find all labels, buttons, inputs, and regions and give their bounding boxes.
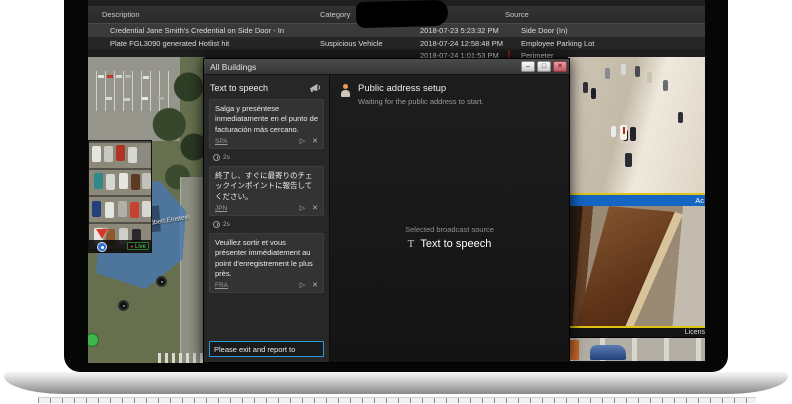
tts-header: Text to speech <box>210 82 323 93</box>
remove-icon[interactable]: ✕ <box>312 138 318 145</box>
column-header-description[interactable]: Description <box>102 10 140 19</box>
map-view[interactable]: Albert Einstein ● Live <box>88 57 205 363</box>
selected-source-row[interactable]: T Text to speech <box>330 238 569 250</box>
door-camera-tile[interactable] <box>568 206 705 328</box>
text-to-speech-panel: Text to speech Salga y preséntese inmedi… <box>204 75 330 362</box>
play-icon[interactable]: ▷ <box>300 282 305 289</box>
lobby-people <box>583 82 588 93</box>
row-source: Side Door (In) <box>521 26 568 35</box>
language-link[interactable]: SPA <box>215 138 293 145</box>
tts-message-card[interactable]: Veuillez sortir et vous présenter immédi… <box>209 233 324 293</box>
megaphone-icon[interactable] <box>308 82 323 93</box>
live-badge: ● Live <box>127 242 149 250</box>
dialog-titlebar[interactable]: All Buildings – □ ✕ <box>204 59 569 75</box>
tts-title: Text to speech <box>210 83 308 93</box>
maximize-button[interactable]: □ <box>537 61 551 72</box>
clock-icon <box>213 154 220 161</box>
all-buildings-dialog: All Buildings – □ ✕ Text to speech <box>203 58 570 363</box>
dialog-title: All Buildings <box>210 62 519 72</box>
play-icon[interactable]: ▷ <box>300 205 305 212</box>
tts-message-card[interactable]: 終了し、すぐに最寄りのチェックインポイントに報告してください。 JPN ▷ ✕ <box>209 166 324 216</box>
row-description: Credential Jane Smith's Credential on Si… <box>110 26 284 35</box>
row-timestamp: 2018-07-23 5:23:32 PM <box>420 26 499 35</box>
clock-icon <box>213 221 220 228</box>
tts-message-footer: SPA ▷ ✕ <box>215 138 318 145</box>
tts-message-text: Salga y preséntese inmediatamente en el … <box>215 104 318 135</box>
yield-sign-icon[interactable] <box>96 229 108 239</box>
public-address-panel: Public address setup Waiting for the pub… <box>330 75 569 362</box>
person-icon <box>340 84 351 98</box>
text-to-speech-icon: T <box>408 238 415 250</box>
laptop-base <box>4 372 788 394</box>
app-screen: Description Category Timestamp ▲ Source … <box>88 0 705 363</box>
delay-row[interactable]: 2s <box>209 151 324 164</box>
map-parked-cars <box>98 75 104 78</box>
tts-message-footer: FRA ▷ ✕ <box>215 282 318 289</box>
map-small-parking <box>158 353 204 363</box>
laptop-vent-strip <box>38 397 756 403</box>
plate-cam-detail <box>570 340 579 360</box>
lobby-camera-tile[interactable] <box>568 57 705 195</box>
row-source: Employee Parking Lot <box>521 39 594 48</box>
minimize-button[interactable]: – <box>521 61 535 72</box>
tts-message-card[interactable]: Salga y preséntese inmediatamente en el … <box>209 99 324 149</box>
delay-value: 2s <box>223 154 230 161</box>
dialog-body: Text to speech Salga y preséntese inmedi… <box>204 75 569 362</box>
language-link[interactable]: JPN <box>215 205 293 212</box>
close-button[interactable]: ✕ <box>553 61 567 72</box>
map-camera-icon[interactable] <box>156 276 167 287</box>
remove-icon[interactable]: ✕ <box>312 205 318 212</box>
map-camera-icon[interactable] <box>118 300 129 311</box>
delay-value: 2s <box>223 221 230 228</box>
camera-title-bar[interactable]: Ac <box>568 195 705 206</box>
selected-source-label: Selected broadcast source <box>330 225 569 234</box>
column-header-category[interactable]: Category <box>320 10 350 19</box>
license-camera-label: Licens <box>568 328 705 337</box>
event-table: Description Category Timestamp ▲ Source … <box>88 0 705 63</box>
pa-title: Public address setup <box>358 83 484 94</box>
map-roundabout-icon[interactable] <box>97 242 107 252</box>
selected-source-name: Text to speech <box>420 238 491 250</box>
lobby-person <box>625 153 632 167</box>
pa-header: Public address setup Waiting for the pub… <box>330 75 569 106</box>
camera-tiles-column: Ac Licens <box>568 57 705 363</box>
row-timestamp: 2018-07-24 12:58:48 PM <box>420 39 503 48</box>
delay-row[interactable]: 2s <box>209 218 324 231</box>
tts-message-text: 終了し、すぐに最寄りのチェックインポイントに報告してください。 <box>215 171 318 202</box>
column-header-source[interactable]: Source <box>505 10 529 19</box>
blue-car <box>590 345 626 360</box>
record-dot-icon: ● <box>130 244 133 250</box>
tts-message-input[interactable] <box>209 341 324 357</box>
play-icon[interactable]: ▷ <box>300 138 305 145</box>
row-category: Suspicious Vehicle <box>320 39 383 48</box>
laptop-mockup: Description Category Timestamp ▲ Source … <box>0 0 792 404</box>
map-road <box>180 177 205 363</box>
remove-icon[interactable]: ✕ <box>312 282 318 289</box>
license-plate-camera-tile[interactable] <box>568 337 705 361</box>
pa-status-text: Waiting for the public address to start. <box>358 97 484 106</box>
lobby-person <box>630 127 636 141</box>
lobby-person <box>620 125 627 140</box>
row-description: Plate FGL3090 generated Hotlist hit <box>110 39 229 48</box>
dark-smudge-overlay <box>356 0 449 28</box>
tts-message-footer: JPN ▷ ✕ <box>215 205 318 212</box>
map-status-marker[interactable] <box>88 333 99 347</box>
tts-message-text: Veuillez sortir et vous présenter immédi… <box>215 238 318 279</box>
broadcast-source-block: Selected broadcast source T Text to spee… <box>330 225 569 250</box>
language-link[interactable]: FRA <box>215 282 293 289</box>
